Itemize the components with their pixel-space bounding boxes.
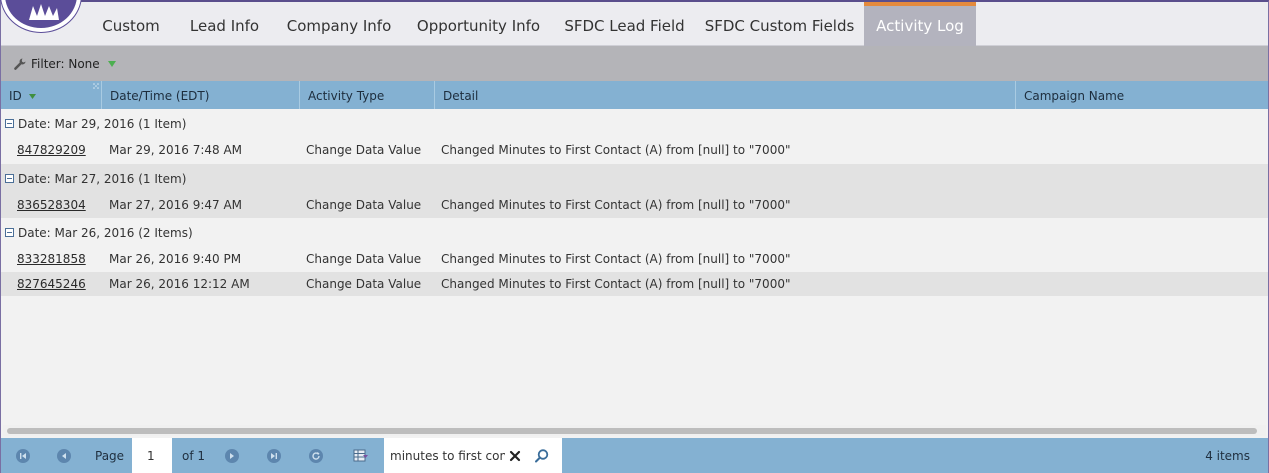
column-header-id[interactable]: ID bbox=[1, 81, 102, 109]
group-mar-26: Date: Mar 26, 2016 (2 Items) 833281858 M… bbox=[1, 218, 1268, 272]
detail-cell: Changed Minutes to First Contact (A) fro… bbox=[441, 198, 791, 212]
column-header-id-label: ID bbox=[9, 89, 22, 103]
group-label: Date: Mar 27, 2016 (1 Item) bbox=[18, 172, 187, 186]
detail-cell: Changed Minutes to First Contact (A) fro… bbox=[441, 252, 791, 266]
datetime-cell: Mar 27, 2016 9:47 AM bbox=[109, 198, 243, 212]
refresh-icon bbox=[312, 452, 320, 460]
activity-id-link[interactable]: 833281858 bbox=[17, 245, 86, 274]
tab-company-info[interactable]: Company Info bbox=[277, 2, 401, 46]
filter-bar: Filter: None bbox=[1, 46, 1268, 81]
group-mar-27: Date: Mar 27, 2016 (1 Item) 836528304 Ma… bbox=[1, 164, 1268, 218]
collapse-toggle-icon[interactable] bbox=[5, 119, 14, 128]
detail-cell: Changed Minutes to First Contact (A) fro… bbox=[441, 143, 791, 157]
wrench-icon bbox=[14, 58, 26, 70]
brand-logo bbox=[1, 0, 81, 32]
table-row[interactable]: 833281858 Mar 26, 2016 9:40 PM Change Da… bbox=[1, 245, 1268, 272]
group-header: Date: Mar 27, 2016 (1 Item) bbox=[1, 164, 1268, 191]
refresh-button[interactable] bbox=[309, 449, 323, 463]
tab-custom[interactable]: Custom bbox=[89, 2, 173, 46]
grid-header: ID Date/Time (EDT) Activity Type Detail … bbox=[1, 81, 1268, 109]
app-window: Custom Lead Info Company Info Opportunit… bbox=[0, 0, 1269, 473]
search-input[interactable] bbox=[390, 438, 505, 473]
grid-body: Date: Mar 29, 2016 (1 Item) 847829209 Ma… bbox=[1, 109, 1268, 424]
item-count: 4 items bbox=[1205, 449, 1250, 463]
export-icon bbox=[353, 449, 368, 462]
filter-button[interactable]: Filter: None bbox=[13, 55, 116, 73]
pager-toolbar: Page of 1 bbox=[1, 438, 1268, 473]
tab-opportunity-info[interactable]: Opportunity Info bbox=[406, 2, 551, 46]
detail-cell: Changed Minutes to First Contact (A) fro… bbox=[441, 277, 791, 291]
next-page-icon bbox=[230, 453, 234, 459]
activity-id-link[interactable]: 827645246 bbox=[17, 272, 86, 296]
first-page-button[interactable] bbox=[16, 449, 30, 463]
last-page-icon bbox=[271, 453, 277, 459]
column-header-detail[interactable]: Detail bbox=[435, 81, 1016, 109]
tab-bar: Custom Lead Info Company Info Opportunit… bbox=[1, 0, 1268, 46]
activity-id-link[interactable]: 847829209 bbox=[17, 136, 86, 165]
activity-type-cell: Change Data Value bbox=[306, 143, 422, 157]
next-page-button[interactable] bbox=[225, 449, 239, 463]
clear-icon[interactable] bbox=[508, 449, 522, 463]
prev-page-icon bbox=[62, 453, 66, 459]
group-mar-29: Date: Mar 29, 2016 (1 Item) 847829209 Ma… bbox=[1, 109, 1268, 164]
group-mar-26-row-2: 827645246 Mar 26, 2016 12:12 AM Change D… bbox=[1, 272, 1268, 296]
table-row[interactable]: 847829209 Mar 29, 2016 7:48 AM Change Da… bbox=[1, 136, 1268, 163]
group-label: Date: Mar 26, 2016 (2 Items) bbox=[18, 226, 193, 240]
activity-type-cell: Change Data Value bbox=[306, 277, 422, 291]
collapse-toggle-icon[interactable] bbox=[5, 228, 14, 237]
sort-desc-icon bbox=[28, 94, 36, 99]
scrollbar-thumb[interactable] bbox=[7, 428, 1257, 434]
collapse-toggle-icon[interactable] bbox=[5, 174, 14, 183]
page-count-label: of 1 bbox=[182, 449, 206, 463]
tab-activity-log[interactable]: Activity Log bbox=[864, 2, 976, 46]
column-header-datetime[interactable]: Date/Time (EDT) bbox=[102, 81, 300, 109]
datetime-cell: Mar 29, 2016 7:48 AM bbox=[109, 143, 243, 157]
export-button[interactable] bbox=[353, 448, 369, 464]
table-row[interactable]: 836528304 Mar 27, 2016 9:47 AM Change Da… bbox=[1, 191, 1268, 218]
tab-sfdc-lead-field[interactable]: SFDC Lead Field bbox=[556, 2, 693, 46]
column-header-campaign[interactable]: Campaign Name bbox=[1016, 81, 1268, 109]
table-row[interactable]: 827645246 Mar 26, 2016 12:12 AM Change D… bbox=[1, 272, 1268, 296]
datetime-cell: Mar 26, 2016 9:40 PM bbox=[109, 252, 242, 266]
filter-label: Filter: None bbox=[31, 57, 100, 71]
horizontal-scrollbar[interactable] bbox=[3, 425, 1266, 436]
column-header-activity-type[interactable]: Activity Type bbox=[300, 81, 435, 109]
last-page-button[interactable] bbox=[267, 449, 281, 463]
page-label: Page bbox=[95, 449, 125, 463]
dropdown-arrow-icon bbox=[107, 61, 116, 67]
first-page-icon bbox=[20, 453, 26, 459]
group-header: Date: Mar 26, 2016 (2 Items) bbox=[1, 218, 1268, 245]
prev-page-button[interactable] bbox=[57, 449, 71, 463]
tab-lead-info[interactable]: Lead Info bbox=[177, 2, 272, 46]
datetime-cell: Mar 26, 2016 12:12 AM bbox=[109, 277, 250, 291]
tab-sfdc-custom-fields[interactable]: SFDC Custom Fields bbox=[698, 2, 861, 46]
page-number-input[interactable] bbox=[132, 438, 172, 473]
column-menu-icon[interactable] bbox=[93, 83, 99, 89]
activity-type-cell: Change Data Value bbox=[306, 198, 422, 212]
brand-logo-mark-icon bbox=[29, 4, 59, 20]
search-icon[interactable] bbox=[534, 448, 550, 464]
activity-type-cell: Change Data Value bbox=[306, 252, 422, 266]
search-box bbox=[384, 438, 562, 473]
activity-id-link[interactable]: 836528304 bbox=[17, 191, 86, 220]
group-label: Date: Mar 29, 2016 (1 Item) bbox=[18, 117, 187, 131]
group-header: Date: Mar 29, 2016 (1 Item) bbox=[1, 109, 1268, 136]
